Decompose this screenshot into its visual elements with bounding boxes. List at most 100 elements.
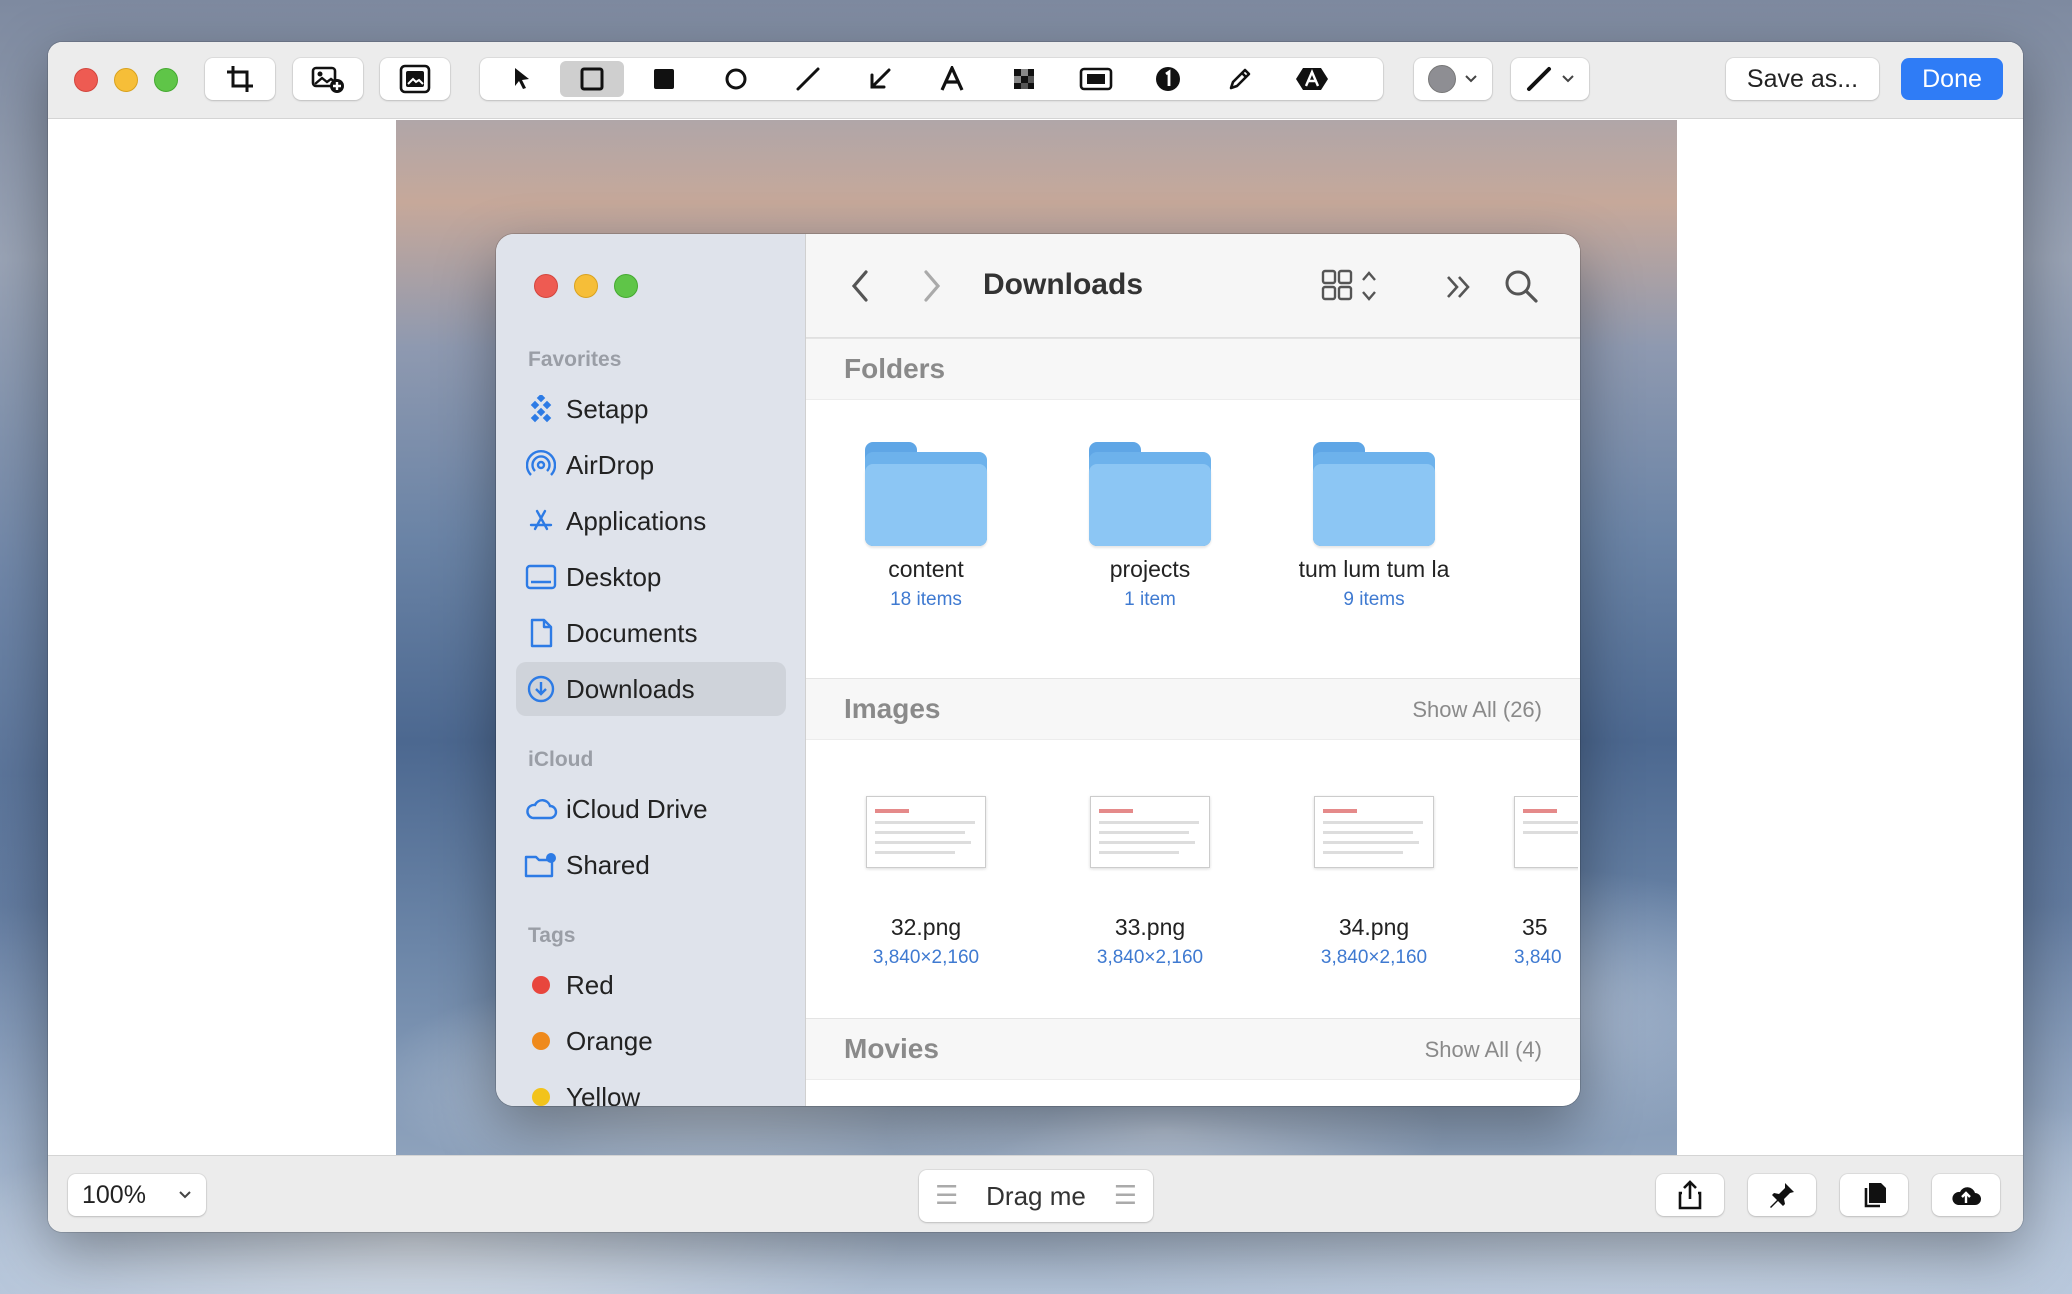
upload-button[interactable] [1932, 1174, 2000, 1216]
finder-zoom-button[interactable] [614, 274, 638, 298]
folder-item[interactable]: content 18 items [826, 442, 1026, 611]
section-title: Movies [844, 1033, 939, 1064]
share-icon [1678, 1180, 1702, 1210]
sidebar-item-label: iCloud Drive [566, 793, 708, 824]
folder-icon [1313, 442, 1435, 546]
download-icon [516, 675, 566, 703]
rectangle-tool[interactable] [560, 61, 624, 97]
sidebar-item-downloads[interactable]: Downloads [516, 662, 786, 716]
chevron-down-icon [1465, 75, 1477, 83]
add-image-button[interactable] [293, 58, 363, 100]
sidebar-item-tag-red[interactable]: Red [516, 958, 786, 1012]
section-title: Images [844, 693, 941, 724]
finder-close-button[interactable] [534, 274, 558, 298]
sidebar-item-icloud-drive[interactable]: iCloud Drive [516, 782, 786, 836]
back-icon[interactable] [850, 268, 872, 304]
filled-rectangle-tool[interactable] [632, 61, 696, 97]
item-name: 34.png [1338, 914, 1410, 940]
text-tool[interactable] [920, 61, 984, 97]
image-item[interactable]: 35 3,840 [1498, 796, 1578, 969]
stroke-picker[interactable] [1511, 58, 1589, 100]
background-icon [399, 64, 431, 94]
finder-sidebar: Favorites Setapp AirDrop Applications De… [496, 234, 806, 1106]
color-picker[interactable] [1414, 58, 1492, 100]
top-toolbar: Save as... Done [48, 42, 2023, 119]
done-button[interactable]: Done [1901, 58, 2003, 100]
search-icon[interactable] [1503, 268, 1539, 304]
item-name: 32.png [890, 914, 962, 940]
image-thumbnail [1314, 796, 1434, 868]
view-grid-icon[interactable] [1321, 268, 1379, 304]
sidebar-item-label: Documents [566, 617, 698, 648]
drag-handle[interactable]: ☰ Drag me ☰ [919, 1170, 1153, 1222]
image-dimensions: 3,840×2,160 [872, 947, 980, 968]
background-button[interactable] [380, 58, 450, 100]
cloud-icon [516, 797, 566, 821]
image-thumbnail [1514, 796, 1578, 868]
sidebar-item-airdrop[interactable]: AirDrop [516, 438, 786, 492]
stroke-width-icon [1527, 67, 1551, 91]
blur-text-icon [1296, 68, 1328, 90]
zoom-select[interactable]: 100% [68, 1174, 206, 1216]
sidebar-item-shared[interactable]: Shared [516, 838, 786, 892]
item-name: 35 [1522, 914, 1548, 940]
copy-button[interactable] [1840, 1174, 1908, 1216]
sidebar-item-tag-yellow[interactable]: Yellow [516, 1070, 786, 1106]
shared-folder-icon [516, 852, 566, 878]
pointer-tool[interactable] [490, 61, 554, 97]
line-tool[interactable] [776, 61, 840, 97]
close-window-button[interactable] [74, 68, 98, 92]
grip-icon: ☰ [935, 1180, 959, 1210]
desktop-icon [516, 564, 566, 590]
image-dimensions: 3,840×2,160 [1320, 947, 1428, 968]
pencil-tool[interactable] [1208, 61, 1272, 97]
arrow-tool[interactable] [848, 61, 912, 97]
ellipse-tool[interactable] [704, 61, 768, 97]
show-all-images-link[interactable]: Show All (26) [1412, 697, 1542, 723]
forward-icon[interactable] [920, 268, 942, 304]
favorites-header: Favorites [528, 348, 622, 371]
image-item[interactable]: 32.png 3,840×2,160 [826, 796, 1026, 969]
folder-item[interactable]: projects 1 item [1050, 442, 1250, 611]
item-name: projects [1109, 556, 1191, 582]
minimize-window-button[interactable] [114, 68, 138, 92]
folder-icon [865, 442, 987, 546]
sidebar-item-label: Yellow [566, 1081, 641, 1107]
item-name: tum lum tum la [1298, 556, 1450, 582]
section-title: Folders [844, 353, 946, 384]
crop-button[interactable] [205, 58, 275, 100]
sidebar-item-desktop[interactable]: Desktop [516, 550, 786, 604]
pixelate-tool[interactable] [992, 61, 1056, 97]
blur-text-tool[interactable] [1280, 61, 1344, 97]
pixelate-icon [1014, 69, 1034, 89]
image-item[interactable]: 33.png 3,840×2,160 [1050, 796, 1250, 969]
captured-screenshot[interactable]: Favorites Setapp AirDrop Applications De… [396, 120, 1677, 1156]
image-item[interactable]: 34.png 3,840×2,160 [1274, 796, 1474, 969]
sidebar-item-documents[interactable]: Documents [516, 606, 786, 660]
show-all-movies-link[interactable]: Show All (4) [1425, 1037, 1542, 1063]
counter-tool[interactable] [1136, 61, 1200, 97]
zoom-window-button[interactable] [154, 68, 178, 92]
sidebar-item-label: Applications [566, 505, 707, 536]
images-section-header: Images Show All (26) [806, 678, 1580, 740]
folder-item[interactable]: tum lum tum la 9 items [1274, 442, 1474, 611]
sidebar-item-tag-orange[interactable]: Orange [516, 1014, 786, 1068]
drag-label: Drag me [986, 1180, 1086, 1211]
pin-icon [1770, 1183, 1794, 1208]
item-count: 18 items [890, 589, 962, 610]
highlight-tool[interactable] [1064, 61, 1128, 97]
more-chevron-icon[interactable] [1444, 274, 1474, 300]
finder-minimize-button[interactable] [574, 274, 598, 298]
item-name: content [888, 556, 964, 582]
item-count: 1 item [1124, 589, 1176, 610]
image-dimensions: 3,840×2,160 [1096, 947, 1204, 968]
cloud-upload-icon [1952, 1187, 1981, 1205]
canvas-area[interactable]: Favorites Setapp AirDrop Applications De… [48, 120, 2023, 1156]
share-button[interactable] [1656, 1174, 1724, 1216]
rectangle-icon [580, 67, 604, 91]
pin-button[interactable] [1748, 1174, 1816, 1216]
annotation-tools [480, 58, 1383, 100]
sidebar-item-setapp[interactable]: Setapp [516, 382, 786, 436]
sidebar-item-applications[interactable]: Applications [516, 494, 786, 548]
save-as-button[interactable]: Save as... [1726, 58, 1879, 100]
